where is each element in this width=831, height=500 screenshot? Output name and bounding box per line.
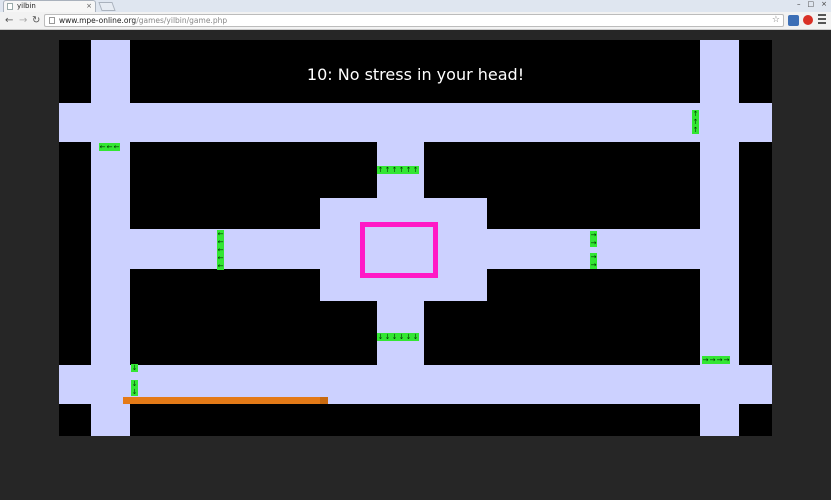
arrow-tile: → [702, 356, 709, 364]
arrow-tile: → [590, 253, 597, 261]
arrows-up-center: ↑ ↑ ↑ ↑ ↑ ↑ [377, 166, 419, 174]
arrows-down-center: ↓ ↓ ↓ ↓ ↓ ↓ [377, 333, 419, 341]
tab-strip: yilbin × – □ × [0, 0, 831, 12]
address-bar[interactable]: www.mpe-online.org/games/yilbin/game.php… [44, 14, 784, 27]
arrows-down-bottom-left-b: ↓ ↓ [131, 380, 138, 396]
arrows-right-middle-a: → → [590, 231, 597, 247]
page-icon [49, 17, 55, 24]
maximize-button[interactable]: □ [808, 0, 815, 10]
arrow-tile: ↑ [692, 110, 699, 118]
arrow-tile: ↓ [391, 333, 398, 341]
arrow-tile: ← [217, 246, 224, 254]
top-corridor [59, 103, 772, 142]
arrow-tile: ↑ [384, 166, 391, 174]
arrow-tile: ← [113, 143, 120, 151]
tab-close-icon[interactable]: × [86, 1, 92, 12]
arrow-tile: ↑ [692, 118, 699, 126]
arrow-tile: ↑ [391, 166, 398, 174]
extension-icon[interactable] [788, 15, 799, 26]
menu-icon[interactable] [818, 14, 826, 26]
url-path: /games/yilbin/game.php [136, 16, 228, 25]
arrow-tile: ← [217, 262, 224, 270]
browser-toolbar: ← → ↻ www.mpe-online.org/games/yilbin/ga… [0, 12, 831, 30]
arrow-tile: ↑ [398, 166, 405, 174]
arrow-tile: ← [217, 254, 224, 262]
arrow-tile: → [590, 261, 597, 269]
arrow-tile: ← [99, 143, 106, 151]
arrow-tile: ↓ [384, 333, 391, 341]
player-bar[interactable] [123, 397, 328, 404]
forward-arrow-icon[interactable]: → [19, 14, 27, 27]
back-arrow-icon[interactable]: ← [5, 14, 13, 27]
url-host: www.mpe-online.org [59, 16, 137, 25]
new-tab-button[interactable] [98, 2, 116, 11]
arrow-tile: ↓ [398, 333, 405, 341]
arrows-right-middle-b: → → [590, 253, 597, 269]
arrows-down-bottom-left-a: ↓ [131, 364, 138, 372]
extension-record-icon[interactable] [803, 15, 813, 25]
close-window-button[interactable]: × [821, 0, 827, 10]
minimize-button[interactable]: – [797, 0, 801, 10]
tab-title: yilbin [17, 2, 36, 10]
arrow-tile: ↓ [412, 333, 419, 341]
arrow-tile: ↓ [131, 388, 138, 396]
arrow-tile: ← [217, 230, 224, 238]
arrow-tile: → [723, 356, 730, 364]
arrow-tile: ↑ [405, 166, 412, 174]
url-text: www.mpe-online.org/games/yilbin/game.php [59, 15, 227, 26]
arrow-tile: ← [106, 143, 113, 151]
arrows-right-bottom: → → → → [702, 356, 730, 364]
arrow-tile: → [590, 239, 597, 247]
arrows-up-top-right: ↑ ↑ ↑ [692, 110, 699, 134]
arrow-tile: ↓ [131, 364, 138, 372]
bookmark-star-icon[interactable]: ☆ [772, 15, 780, 26]
arrow-tile: → [590, 231, 597, 239]
arrow-tile: ↓ [131, 380, 138, 388]
level-title: 10: No stress in your head! [306, 65, 525, 84]
arrow-tile: ↑ [412, 166, 419, 174]
arrows-left-top: ← ← ← [99, 143, 120, 151]
arrow-tile: → [716, 356, 723, 364]
browser-tab[interactable]: yilbin × [3, 0, 96, 12]
target-box [360, 222, 438, 278]
game-board[interactable]: 10: No stress in your head! ← ← ← ↑ ↑ ↑ ↑ ↑ ↑ ↑… [59, 40, 772, 436]
arrows-left-middle: ← ← ← ← ← [217, 230, 224, 270]
arrow-tile: ← [217, 238, 224, 246]
arrow-tile: ↓ [405, 333, 412, 341]
arrow-tile: ↑ [377, 166, 384, 174]
arrow-tile: → [709, 356, 716, 364]
reload-icon[interactable]: ↻ [32, 14, 40, 27]
page-favicon-icon [7, 3, 13, 10]
arrow-tile: ↑ [692, 126, 699, 134]
window-controls: – □ × [797, 0, 827, 10]
arrow-tile: ↓ [377, 333, 384, 341]
